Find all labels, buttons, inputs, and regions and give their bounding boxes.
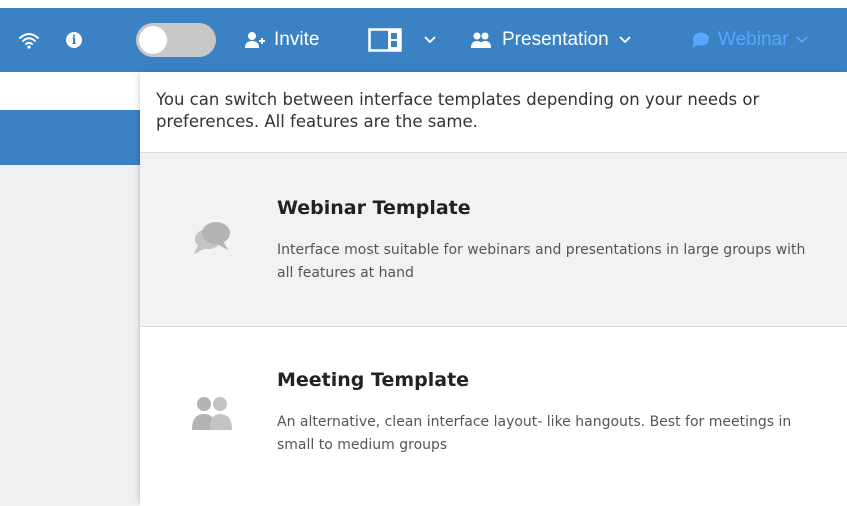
invite-label: Invite [274,29,320,50]
chat-bubble-icon [692,32,709,48]
webinar-menu-button[interactable]: Webinar [690,8,809,72]
sidebar-background [0,165,140,506]
webinar-template-description: Interface most suitable for webinars and… [277,242,806,281]
template-toggle[interactable] [136,8,216,72]
chevron-down-icon [796,36,809,44]
layout-menu-button[interactable] [368,8,436,72]
chevron-down-icon [619,36,631,44]
webinar-template-title: Webinar Template [277,197,471,219]
sidebar-header [0,72,140,110]
users-icon [192,397,232,430]
meeting-template-title: Meeting Template [277,369,470,391]
webinar-label: Webinar [718,29,789,50]
info-glyph: i [66,32,82,48]
chat-bubbles-icon [194,222,230,254]
dropdown-description: You can switch between interface templat… [156,90,760,131]
wifi-icon[interactable] [18,8,40,72]
layout-panel-icon [368,28,402,52]
template-dropdown: You can switch between interface templat… [140,72,847,501]
window-top-edge [0,0,847,8]
webinar-template-option[interactable]: Webinar Template Interface most suitable… [140,153,847,327]
toggle-knob [139,26,167,54]
meeting-template-option[interactable]: Meeting Template An alternative, clean i… [140,327,847,501]
meeting-template-description: An alternative, clean interface layout- … [277,414,792,453]
users-icon [471,32,491,48]
dropdown-bottom-edge [140,500,847,506]
chevron-down-icon [424,36,436,44]
add-user-icon [245,32,265,48]
presentation-menu-button[interactable]: Presentation [470,8,631,72]
top-toolbar: i Invite Presentation Webinar [0,8,847,72]
toggle-track [136,23,216,57]
info-icon[interactable]: i [66,8,82,72]
sidebar-active-block [0,110,140,165]
invite-button[interactable]: Invite [244,8,319,72]
presentation-label: Presentation [502,29,609,50]
